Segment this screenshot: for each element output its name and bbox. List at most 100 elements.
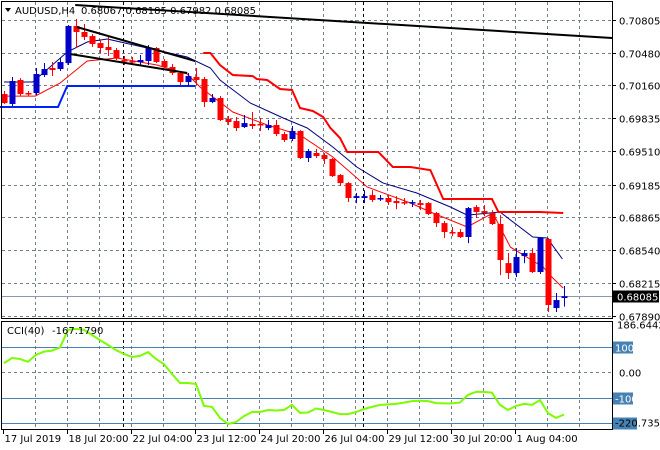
time-tick-label: 23 Jul 12:00 bbox=[197, 434, 257, 445]
time-tick-label: 26 Jul 04:00 bbox=[325, 434, 385, 445]
time-tick-label: 29 Jul 12:00 bbox=[389, 434, 449, 445]
candle-body bbox=[17, 80, 24, 95]
candle-body bbox=[329, 159, 336, 177]
cci-level-label: 0.00 bbox=[619, 369, 641, 380]
candle-body bbox=[201, 78, 208, 103]
candle-body bbox=[441, 223, 448, 233]
time-tick-label: 22 Jul 04:00 bbox=[133, 434, 193, 445]
price-tick-label: 0.69835 bbox=[619, 115, 660, 126]
candle-body bbox=[409, 202, 416, 204]
candle-body bbox=[433, 213, 440, 224]
candle-body bbox=[161, 61, 168, 68]
time-tick-label: 24 Jul 20:00 bbox=[261, 434, 321, 445]
candle-body bbox=[497, 224, 504, 261]
candle-body bbox=[465, 208, 472, 237]
candle-body bbox=[529, 253, 536, 273]
candle bbox=[17, 77, 24, 97]
candle-body bbox=[369, 195, 376, 201]
symbol-label: AUDUSD,H4 bbox=[15, 6, 75, 17]
candle-body bbox=[385, 198, 392, 203]
candle-body bbox=[513, 257, 520, 274]
candle bbox=[297, 130, 304, 160]
candle-body bbox=[505, 263, 512, 274]
candle-body bbox=[345, 183, 352, 199]
price-tick-label: 0.70480 bbox=[619, 50, 660, 61]
candle-body bbox=[225, 119, 232, 123]
candle-body bbox=[137, 60, 144, 63]
candle-body bbox=[417, 203, 424, 206]
candle-body bbox=[145, 48, 152, 62]
candle-body bbox=[97, 43, 104, 49]
candle bbox=[329, 157, 336, 177]
candle-body bbox=[89, 36, 96, 44]
candle bbox=[545, 238, 552, 313]
time-tick-label: 18 Jul 20:00 bbox=[69, 434, 129, 445]
candle-body bbox=[561, 296, 568, 299]
candle-body bbox=[545, 239, 552, 306]
candle-body bbox=[273, 124, 280, 135]
candle-body bbox=[401, 202, 408, 204]
cci-level-label: -100 bbox=[615, 395, 638, 406]
candle bbox=[65, 24, 72, 65]
ohlc-label: 0.68067 0.68185 0.67982 0.68085 bbox=[81, 6, 256, 17]
candle-body bbox=[49, 68, 56, 71]
cci-header: CCI(40) -167.1790 bbox=[7, 326, 103, 337]
candle-body bbox=[289, 130, 296, 140]
price-tick-label: 0.69185 bbox=[619, 182, 660, 193]
cci-value: -167.1790 bbox=[52, 326, 103, 337]
current-price-label: 0.68085 bbox=[617, 293, 658, 304]
candle-body bbox=[129, 61, 136, 63]
candle-body bbox=[217, 97, 224, 121]
candle-body bbox=[25, 93, 32, 95]
candle-body bbox=[41, 69, 48, 76]
time-tick-label: 1 Aug 04:00 bbox=[517, 434, 578, 445]
candle-body bbox=[337, 175, 344, 184]
candle-body bbox=[65, 25, 72, 64]
candle-body bbox=[257, 123, 264, 126]
candle-body bbox=[321, 155, 328, 160]
candle-body bbox=[297, 130, 304, 158]
candle-body bbox=[481, 211, 488, 214]
candle-body bbox=[105, 47, 112, 51]
price-tick-label: 0.68540 bbox=[619, 247, 660, 258]
candle-body bbox=[33, 74, 40, 94]
candle-body bbox=[281, 134, 288, 141]
candle-body bbox=[81, 31, 88, 37]
time-tick-label: 17 Jul 2019 bbox=[5, 434, 62, 445]
trading-chart[interactable]: 0.70805 0.70480 0.70160 0.69835 0.69510 0.691… bbox=[0, 0, 660, 450]
candle-body bbox=[489, 213, 496, 225]
candle-body bbox=[457, 232, 464, 237]
candle-body bbox=[185, 76, 192, 83]
candle-body bbox=[377, 198, 384, 200]
candle-body bbox=[553, 300, 560, 309]
price-tick-label: 0.69510 bbox=[619, 148, 660, 159]
price-tick-label: 0.68215 bbox=[619, 280, 660, 291]
candle-body bbox=[305, 150, 312, 158]
candle bbox=[9, 76, 16, 107]
candle-body bbox=[361, 196, 368, 199]
candle-body bbox=[249, 123, 256, 127]
candle-body bbox=[209, 97, 216, 103]
price-tick-label: 0.70805 bbox=[619, 17, 660, 28]
candle-body bbox=[521, 253, 528, 257]
candle-body bbox=[193, 76, 200, 81]
cci-level-label: 100 bbox=[615, 344, 634, 355]
candle-body bbox=[265, 124, 272, 129]
candle-body bbox=[313, 153, 320, 157]
price-tick-label: 0.70160 bbox=[619, 82, 660, 93]
candle bbox=[425, 202, 432, 216]
price-tick-label: 0.68865 bbox=[619, 214, 660, 225]
candle-body bbox=[425, 203, 432, 215]
candle-body bbox=[353, 196, 360, 199]
cci-min-label: -220.735 bbox=[615, 418, 660, 429]
candle-body bbox=[241, 123, 248, 128]
cci-max-label: 186.6442 bbox=[617, 320, 660, 331]
candle bbox=[217, 96, 224, 122]
candle-body bbox=[57, 62, 64, 70]
candle-body bbox=[9, 81, 16, 104]
candle-body bbox=[177, 73, 184, 83]
cci-title: CCI(40) bbox=[7, 326, 45, 337]
candle-body bbox=[1, 94, 8, 104]
candle bbox=[537, 238, 544, 275]
candle-body bbox=[393, 201, 400, 204]
